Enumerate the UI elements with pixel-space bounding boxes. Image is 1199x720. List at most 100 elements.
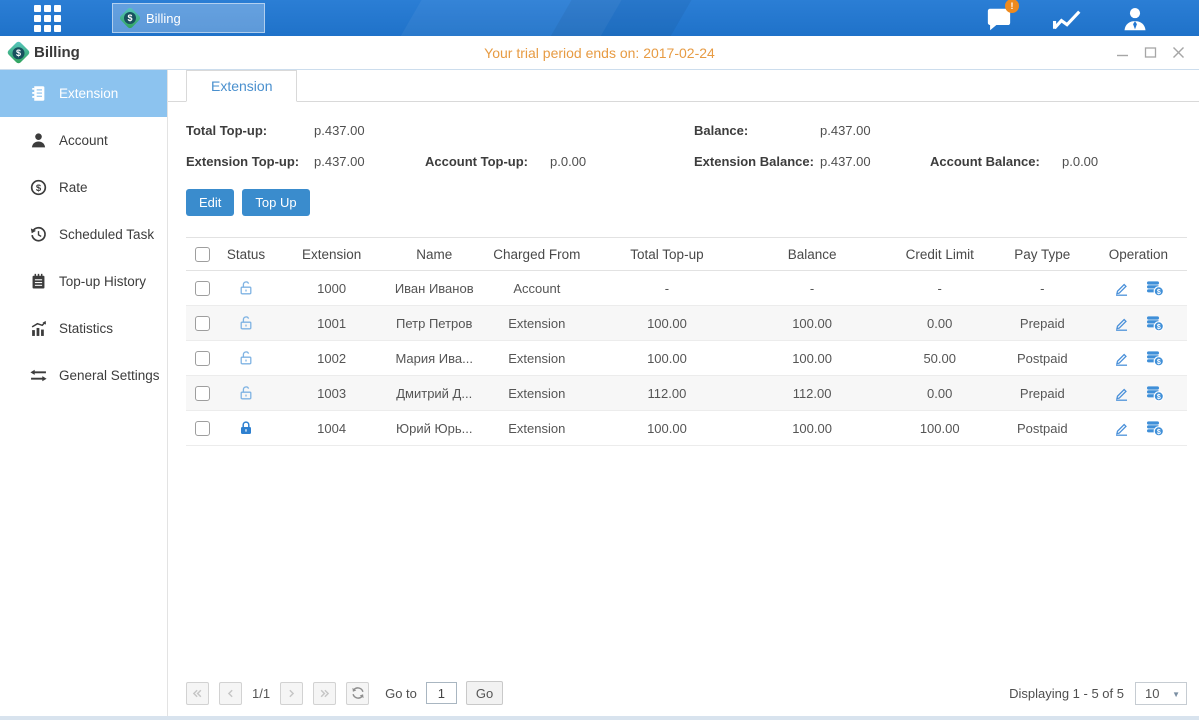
top-up-button[interactable]: Top Up xyxy=(242,189,309,216)
sidebar-item-account[interactable]: Account xyxy=(0,117,167,164)
table-row: 1004Юрий Юрь...Extension100.00100.00100.… xyxy=(186,411,1187,446)
minimize-button[interactable] xyxy=(1116,46,1129,59)
taskbar-tab-billing[interactable]: $ Billing xyxy=(112,3,265,33)
column-header: Total Top-up xyxy=(594,238,739,271)
cell-total-topup: 100.00 xyxy=(594,306,739,341)
top-up-coins-icon[interactable]: $ xyxy=(1146,419,1164,437)
cell-charged-from: Extension xyxy=(479,376,594,411)
cell-name: Петр Петров xyxy=(389,306,479,341)
row-checkbox[interactable] xyxy=(195,281,210,296)
svg-text:$: $ xyxy=(36,183,42,194)
sidebar-item-scheduled-task[interactable]: Scheduled Task xyxy=(0,211,167,258)
svg-text:$: $ xyxy=(1157,289,1161,296)
cell-credit-limit: 0.00 xyxy=(885,306,995,341)
extension-topup-value: p.437.00 xyxy=(314,154,425,169)
account-balance-value: p.0.00 xyxy=(1062,154,1098,169)
tab-bar: Extension xyxy=(168,70,1199,102)
cell-charged-from: Account xyxy=(479,271,594,306)
sidebar-item-rate[interactable]: $ Rate xyxy=(0,164,167,211)
column-header: Extension xyxy=(274,238,389,271)
close-button[interactable] xyxy=(1172,46,1185,59)
taskbar: $ Billing ! xyxy=(0,0,1199,36)
app-launcher-grid-icon[interactable] xyxy=(34,5,61,32)
cell-balance: 112.00 xyxy=(740,376,885,411)
notepad-icon xyxy=(30,273,47,290)
top-up-coins-icon[interactable]: $ xyxy=(1146,279,1164,297)
table-row: 1002Мария Ива...Extension100.00100.0050.… xyxy=(186,341,1187,376)
statistics-chart-icon[interactable] xyxy=(1049,4,1085,32)
cell-name: Дмитрий Д... xyxy=(389,376,479,411)
person-icon xyxy=(30,132,47,149)
edit-icon[interactable] xyxy=(1113,420,1130,437)
maximize-button[interactable] xyxy=(1144,46,1157,59)
tab-extension[interactable]: Extension xyxy=(186,70,297,102)
balance-value: p.437.00 xyxy=(820,123,930,138)
column-header: Name xyxy=(389,238,479,271)
sidebar-item-label: Statistics xyxy=(59,321,113,336)
cell-credit-limit: 50.00 xyxy=(885,341,995,376)
cell-balance: 100.00 xyxy=(740,306,885,341)
row-checkbox[interactable] xyxy=(195,421,210,436)
next-page-button[interactable] xyxy=(280,682,303,705)
svg-text:$: $ xyxy=(1157,359,1161,366)
cell-total-topup: 112.00 xyxy=(594,376,739,411)
pagination-bar: 1/1 Go to Go Displaying 1 - 5 of 5 xyxy=(186,674,1187,716)
column-header: Balance xyxy=(740,238,885,271)
sidebar-item-general-settings[interactable]: General Settings xyxy=(0,352,167,399)
billing-app-icon: $ xyxy=(119,7,142,30)
user-account-icon[interactable] xyxy=(1117,4,1153,32)
row-checkbox[interactable] xyxy=(195,316,210,331)
cell-credit-limit: 0.00 xyxy=(885,376,995,411)
sidebar-item-extension[interactable]: Extension xyxy=(0,70,167,117)
row-checkbox[interactable] xyxy=(195,386,210,401)
cell-total-topup: 100.00 xyxy=(594,411,739,446)
balance-label: Balance: xyxy=(694,123,820,138)
sidebar-item-label: Rate xyxy=(59,180,88,195)
sidebar: Extension Account $ Rate Scheduled Task xyxy=(0,70,168,716)
account-balance-label: Account Balance: xyxy=(930,154,1062,169)
cell-balance: 100.00 xyxy=(740,341,885,376)
cell-balance: 100.00 xyxy=(740,411,885,446)
notifications-chat-icon[interactable]: ! xyxy=(981,4,1017,32)
sidebar-item-topup-history[interactable]: Top-up History xyxy=(0,258,167,305)
cell-extension: 1004 xyxy=(274,411,389,446)
edit-icon[interactable] xyxy=(1113,315,1130,332)
last-page-button[interactable] xyxy=(313,682,336,705)
cell-extension: 1003 xyxy=(274,376,389,411)
extension-table: StatusExtensionNameCharged FromTotal Top… xyxy=(186,237,1187,446)
row-checkbox[interactable] xyxy=(195,351,210,366)
edit-icon[interactable] xyxy=(1113,350,1130,367)
total-topup-value: p.437.00 xyxy=(314,123,425,138)
edit-icon[interactable] xyxy=(1113,385,1130,402)
cell-credit-limit: 100.00 xyxy=(885,411,995,446)
notification-badge: ! xyxy=(1005,0,1019,13)
cell-pay-type: Prepaid xyxy=(995,376,1090,411)
cell-name: Иван Иванов xyxy=(389,271,479,306)
top-up-coins-icon[interactable]: $ xyxy=(1146,384,1164,402)
page-indicator: 1/1 xyxy=(252,686,270,701)
top-up-coins-icon[interactable]: $ xyxy=(1146,349,1164,367)
cell-extension: 1001 xyxy=(274,306,389,341)
go-button[interactable]: Go xyxy=(466,681,503,705)
page-size-value: 10 xyxy=(1145,686,1159,701)
ledger-icon xyxy=(30,85,47,102)
first-page-button[interactable] xyxy=(186,682,209,705)
prev-page-button[interactable] xyxy=(219,682,242,705)
edit-icon[interactable] xyxy=(1113,280,1130,297)
sliders-icon xyxy=(30,367,47,384)
cell-pay-type: Prepaid xyxy=(995,306,1090,341)
refresh-icon[interactable] xyxy=(346,682,369,705)
cell-charged-from: Extension xyxy=(479,306,594,341)
cell-total-topup: - xyxy=(594,271,739,306)
select-all-checkbox[interactable] xyxy=(195,247,210,262)
edit-button[interactable]: Edit xyxy=(186,189,234,216)
goto-page-input[interactable] xyxy=(426,682,457,704)
cell-name: Мария Ива... xyxy=(389,341,479,376)
cell-charged-from: Extension xyxy=(479,411,594,446)
sidebar-item-statistics[interactable]: Statistics xyxy=(0,305,167,352)
page-size-select[interactable]: 10 ▼ xyxy=(1135,682,1187,705)
svg-text:$: $ xyxy=(1157,429,1161,436)
extension-balance-label: Extension Balance: xyxy=(694,154,820,169)
history-clock-icon xyxy=(30,226,47,243)
top-up-coins-icon[interactable]: $ xyxy=(1146,314,1164,332)
